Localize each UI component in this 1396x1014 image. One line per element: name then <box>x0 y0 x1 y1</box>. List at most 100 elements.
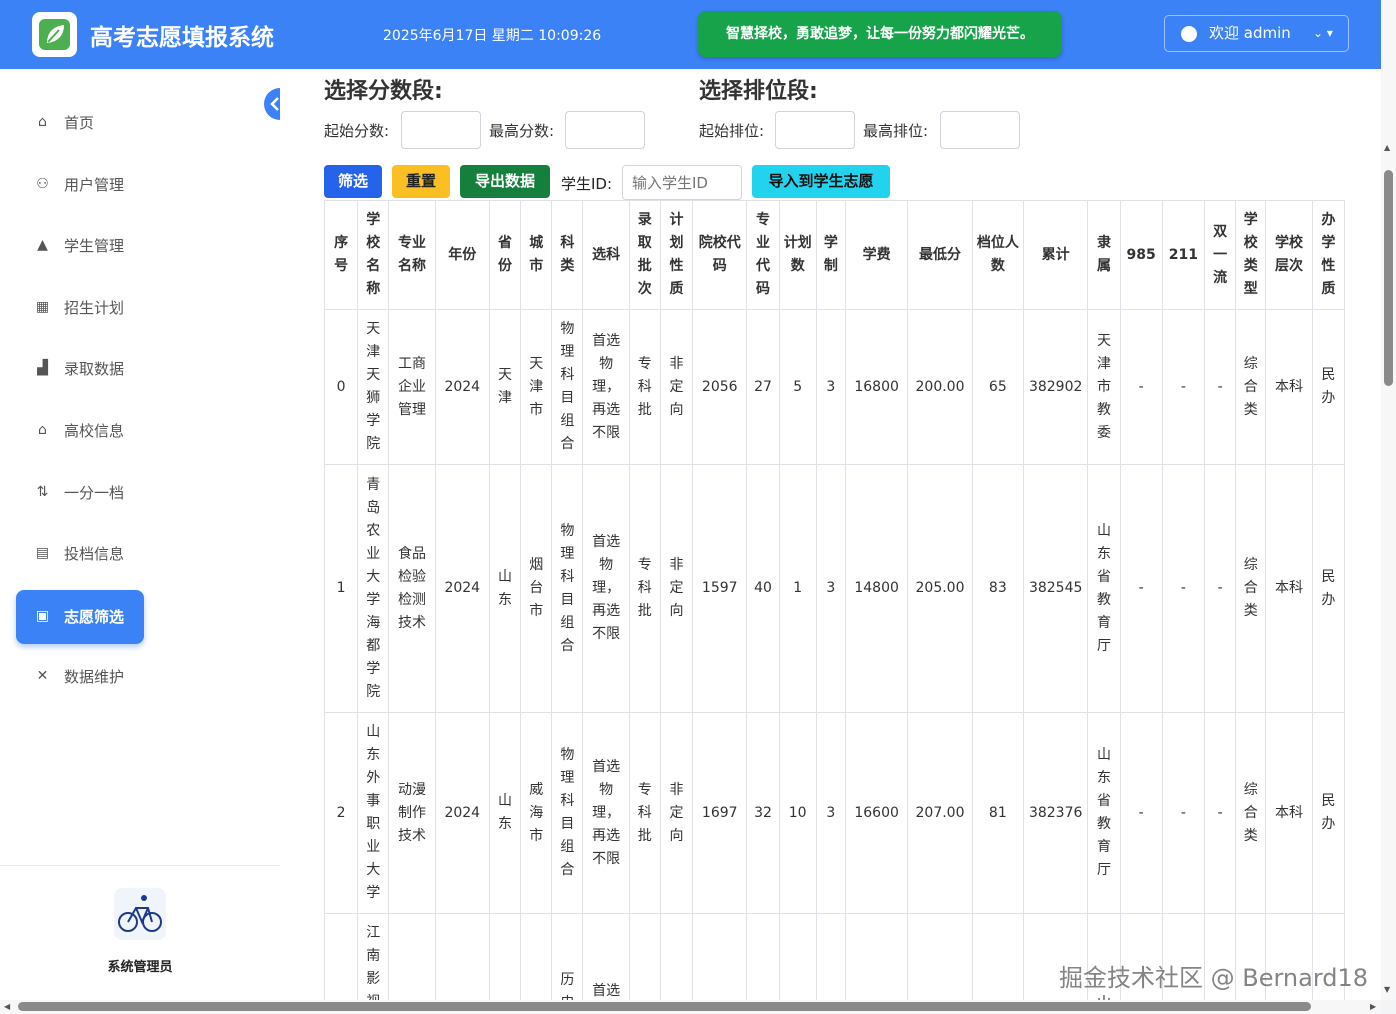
table-cell: 1 <box>778 464 817 713</box>
table-cell: 83 <box>971 464 1024 713</box>
table-cell: 81 <box>971 712 1024 914</box>
column-header: 985 <box>1119 200 1163 310</box>
column-header: 学校名称 <box>357 200 390 310</box>
table-cell: 山东外事职业大学 <box>357 712 390 914</box>
admin-name: 系统管理员 <box>107 960 173 975</box>
column-header: 学费 <box>844 200 909 310</box>
column-header: 院校代码 <box>692 200 748 310</box>
start-rank-label: 起始排位: <box>699 122 765 140</box>
rank-range-title: 选择排位段: <box>699 79 818 104</box>
reset-button[interactable]: 重置 <box>392 165 450 198</box>
table-cell: 首选物理，再选不限 <box>582 464 630 713</box>
column-header: 专业名称 <box>388 200 436 310</box>
sidebar-item-label: 招生计划 <box>64 299 125 317</box>
sidebar-item-data-maintenance[interactable]: ✕ 数据维护 <box>16 650 144 704</box>
export-data-button[interactable]: 导出数据 <box>460 165 550 198</box>
table-cell: 207.00 <box>907 712 973 914</box>
table-cell <box>815 913 846 1000</box>
sidebar-item-university-info[interactable]: ⌂ 高校信息 <box>16 404 144 458</box>
leaf-icon <box>39 19 70 50</box>
max-score-label: 最高分数: <box>489 122 555 140</box>
sidebar-item-filing-info[interactable]: ▤ 投档信息 <box>16 527 144 581</box>
start-score-input[interactable] <box>401 111 481 149</box>
table-cell: 14800 <box>844 464 909 713</box>
table-row[interactable]: 1 青岛农业大学海都学院 食品检验检测技术 2024 山东 烟台市 物理科目组合… <box>323 464 1346 713</box>
max-rank-input[interactable] <box>940 111 1020 149</box>
graduation-cap-icon: ▲ <box>37 237 48 253</box>
table-cell: 青岛农业大学海都学院 <box>357 464 390 713</box>
import-to-volunteer-button[interactable]: 导入到学生志愿 <box>752 165 890 198</box>
user-menu-button[interactable]: 欢迎 admin ⌄ ▾ <box>1164 15 1349 52</box>
table-cell: 65 <box>971 309 1024 465</box>
table-cell: 10 <box>778 712 817 914</box>
column-header: 累计 <box>1022 200 1089 310</box>
column-header: 城市 <box>520 200 553 310</box>
table-cell: 历史 <box>551 913 584 1000</box>
horizontal-scrollbar-thumb[interactable] <box>18 1002 1311 1011</box>
results-table: 序号 学校名称 专业名称 年份 省份 城市 科类 选科 录取批次 计划性质 院校… <box>323 200 1346 1000</box>
chevron-down-icon: ⌄ ▾ <box>1313 26 1333 40</box>
scroll-up-icon[interactable]: ▲ <box>1384 143 1390 152</box>
sidebar-item-score-rank[interactable]: ⇅ 一分一档 <box>16 466 144 520</box>
home-icon: ⌂ <box>38 114 47 130</box>
column-header: 省份 <box>488 200 522 310</box>
scroll-left-icon[interactable]: ◀ <box>4 1002 10 1011</box>
user-circle-icon <box>1181 26 1197 42</box>
sidebar-item-user-management[interactable]: ⚇ 用户管理 <box>16 158 144 212</box>
column-header: 档位人数 <box>971 200 1024 310</box>
table-cell: 1697 <box>692 712 748 914</box>
table-cell <box>520 913 553 1000</box>
start-rank-input[interactable] <box>775 111 855 149</box>
table-cell <box>488 913 522 1000</box>
table-cell: - <box>1204 309 1237 465</box>
sidebar-item-volunteer-filter[interactable]: ▣ 志愿筛选 <box>16 590 144 644</box>
table-cell: 专科批 <box>628 309 661 465</box>
vertical-scrollbar-thumb[interactable] <box>1384 170 1393 386</box>
table-cell <box>907 913 973 1000</box>
sidebar-item-label: 一分一档 <box>64 484 125 502</box>
table-cell: 民办 <box>1311 712 1346 914</box>
app-title: 高考志愿填报系统 <box>90 25 274 51</box>
table-cell: 382376 <box>1022 712 1089 914</box>
table-cell: 3 <box>815 464 846 713</box>
start-score-label: 起始分数: <box>324 122 390 140</box>
table-cell: 1597 <box>692 464 748 713</box>
column-header: 选科 <box>582 200 630 310</box>
table-cell: 3 <box>815 309 846 465</box>
column-header: 计划数 <box>778 200 817 310</box>
table-cell: 天津市 <box>520 309 553 465</box>
column-header: 学校类型 <box>1235 200 1267 310</box>
sidebar-item-student-management[interactable]: ▲ 学生管理 <box>16 219 144 273</box>
column-header: 双一流 <box>1204 200 1237 310</box>
filter-button[interactable]: 筛选 <box>324 165 382 198</box>
main-content: 选择分数段: 起始分数: 最高分数: 选择排位段: 起始排位: 最高排位: 筛选… <box>280 69 1381 1000</box>
scroll-down-icon[interactable]: ▼ <box>1384 985 1390 994</box>
column-header: 211 <box>1161 200 1206 310</box>
table-cell: 食品检验检测技术 <box>388 464 436 713</box>
table-cell: 天津市教委 <box>1087 309 1121 465</box>
sidebar: ⌂ 首页 ⚇ 用户管理 ▲ 学生管理 ▦ 招生计划 ▟ 录取数据 ⌂ 高校信息 … <box>0 69 280 1014</box>
sidebar-item-home[interactable]: ⌂ 首页 <box>16 96 144 150</box>
table-cell <box>746 913 780 1000</box>
table-cell <box>388 913 436 1000</box>
sidebar-item-enrollment-plan[interactable]: ▦ 招生计划 <box>16 281 144 335</box>
column-header: 学制 <box>815 200 846 310</box>
table-cell: 专科批 <box>628 464 661 713</box>
student-id-input[interactable] <box>622 165 742 200</box>
sidebar-item-label: 首页 <box>64 114 95 132</box>
table-cell: 民办 <box>1311 309 1346 465</box>
table-cell <box>692 913 748 1000</box>
table-row[interactable]: 2 山东外事职业大学 动漫制作技术 2024 山东 威海市 物理科目组合 首选物… <box>323 712 1346 914</box>
table-cell: 首选物理，再选不限 <box>582 309 630 465</box>
sidebar-item-admission-data[interactable]: ▟ 录取数据 <box>16 342 144 396</box>
sidebar-footer: 系统管理员 <box>0 865 280 1014</box>
table-cell: 205.00 <box>907 464 973 713</box>
max-score-input[interactable] <box>565 111 645 149</box>
table-cell: 本科 <box>1265 309 1313 465</box>
table-cell: 综合类 <box>1235 464 1267 713</box>
table-cell: 威海市 <box>520 712 553 914</box>
max-rank-label: 最高排位: <box>863 122 929 140</box>
scroll-right-icon[interactable]: ▶ <box>1370 1002 1376 1011</box>
table-cell: 2024 <box>434 309 490 465</box>
table-row[interactable]: 0 天津天狮学院 工商企业管理 2024 天津 天津市 物理科目组合 首选物理，… <box>323 309 1346 465</box>
